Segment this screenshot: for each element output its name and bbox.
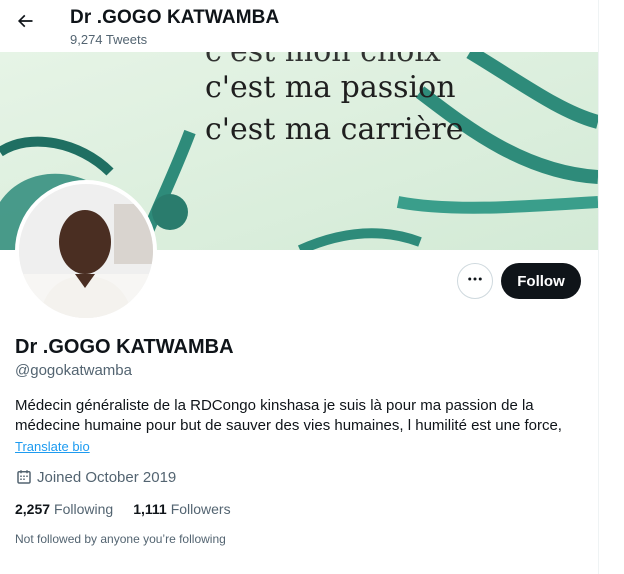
banner-text-line: c'est ma passion [205, 70, 456, 105]
header-title: Dr .GOGO KATWAMBA [70, 7, 280, 28]
followers-label: Followers [170, 501, 231, 517]
profile-avatar[interactable] [15, 180, 157, 322]
joined-date: Joined October 2019 [15, 468, 176, 486]
more-dots-icon [466, 270, 484, 293]
avatar-photo [19, 184, 153, 318]
profile-name: Dr .GOGO KATWAMBA [15, 336, 234, 358]
banner-text-line: c'est ma carrière [205, 112, 464, 147]
followed-by-info: Not followed by anyone you’re following [15, 532, 226, 546]
profile-bio: Médecin généraliste de la RDCongo kinsha… [15, 396, 585, 436]
bio-line: Médecin généraliste de la RDCongo kinsha… [15, 397, 534, 414]
calendar-icon [15, 468, 33, 486]
profile-handle: @gogokatwamba [15, 362, 132, 379]
profile-header: Dr .GOGO KATWAMBA 9,274 Tweets [0, 0, 598, 52]
banner-text-line: c'est mon choix [205, 52, 441, 69]
following-count: 2,257 [15, 501, 51, 517]
joined-text: Joined October 2019 [37, 468, 177, 486]
following-label: Following [54, 501, 114, 517]
profile-column: Dr .GOGO KATWAMBA 9,274 Tweets c'est mon… [0, 0, 598, 574]
translate-bio-link[interactable]: Translate bio [15, 439, 90, 454]
bio-line: médecine humaine pour but de sauver des … [15, 417, 562, 434]
followers-count: 1,111 [133, 501, 167, 517]
followers-link[interactable]: 1,111 Followers [133, 501, 230, 517]
follow-stats: 2,257 Following 1,111 Followers [15, 501, 251, 517]
tweet-count: 9,274 Tweets [70, 32, 148, 47]
right-gutter [599, 0, 624, 574]
arrow-left-icon [15, 11, 35, 36]
follow-button[interactable]: Follow [501, 263, 581, 299]
following-link[interactable]: 2,257 Following [15, 501, 113, 517]
more-options-button[interactable] [457, 263, 493, 299]
back-button[interactable] [10, 8, 40, 38]
